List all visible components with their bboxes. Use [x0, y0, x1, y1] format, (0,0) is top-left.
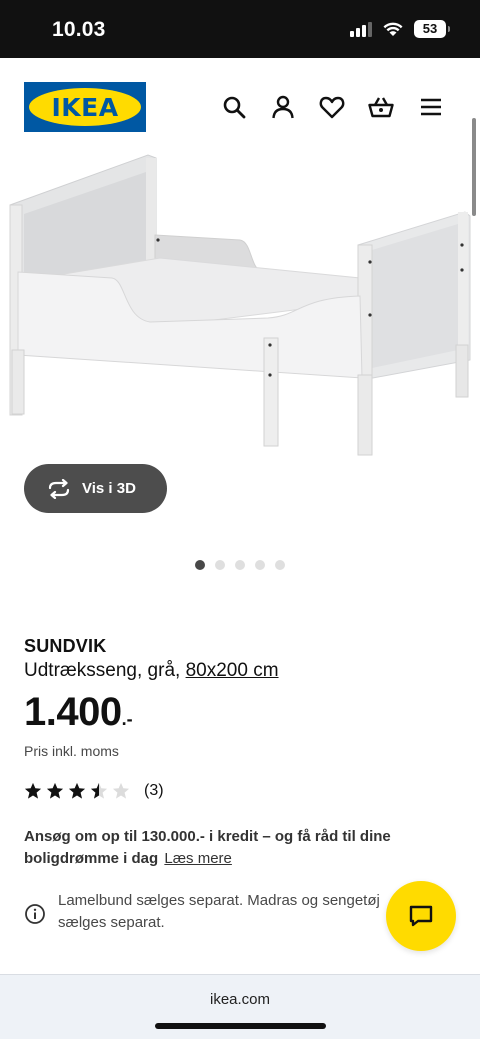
signal-icon	[350, 21, 372, 37]
status-bar: 10.03 53	[0, 0, 480, 58]
carousel-dot[interactable]	[235, 560, 245, 570]
size-link[interactable]: 80x200 cm	[186, 660, 279, 681]
rotate-3d-icon	[48, 478, 70, 499]
wifi-icon	[383, 22, 403, 36]
logo-text: IKEA	[51, 92, 119, 122]
star-full-icon	[24, 782, 42, 799]
search-icon[interactable]	[221, 94, 247, 120]
status-time: 10.03	[52, 18, 106, 41]
rating[interactable]: (3)	[24, 782, 164, 800]
carousel-dot[interactable]	[255, 560, 265, 570]
read-more-link[interactable]: Læs mere	[164, 850, 232, 867]
home-indicator[interactable]	[155, 1023, 326, 1029]
heart-icon[interactable]	[319, 94, 345, 120]
basket-icon[interactable]	[368, 94, 394, 120]
notice-text: Lamelbund sælges separat. Madras og seng…	[58, 892, 380, 931]
star-full-icon	[46, 782, 64, 799]
menu-icon[interactable]	[418, 94, 444, 120]
price-value: 1.400	[24, 690, 122, 734]
status-indicators: 53	[350, 20, 450, 38]
bed-illustration	[9, 154, 471, 456]
star-half-icon	[90, 782, 108, 799]
star-empty-icon	[112, 782, 130, 799]
product-notice: Lamelbund sælges separat. Madras og seng…	[24, 890, 404, 934]
product-name: SUNDVIK	[24, 636, 107, 656]
product-price: 1.400.-	[24, 690, 133, 735]
url-bar[interactable]: ikea.com	[0, 991, 480, 1008]
chat-button[interactable]	[386, 881, 456, 951]
account-icon[interactable]	[270, 94, 296, 120]
star-full-icon	[68, 782, 86, 799]
image-carousel-dots	[195, 560, 285, 570]
product-description: Udtræksseng, grå, 80x200 cm	[24, 660, 279, 682]
browser-bar: ikea.com	[0, 974, 480, 1039]
carousel-dot[interactable]	[215, 560, 225, 570]
site-header: IKEA	[0, 58, 480, 150]
credit-offer: Ansøg om op til 130.000.- i kredit – og …	[24, 826, 424, 870]
info-icon	[25, 904, 45, 924]
product-image[interactable]	[0, 150, 480, 460]
price-suffix: .-	[121, 709, 133, 729]
product-type: Udtræksseng, grå,	[24, 660, 186, 681]
view-in-3d-button[interactable]: Vis i 3D	[24, 464, 167, 513]
rating-stars	[24, 782, 130, 800]
rating-count: (3)	[144, 782, 164, 799]
price-note: Pris inkl. moms	[24, 743, 119, 759]
view-in-3d-label: Vis i 3D	[82, 480, 136, 497]
ikea-logo[interactable]: IKEA	[24, 82, 146, 132]
carousel-dot[interactable]	[275, 560, 285, 570]
chat-icon	[409, 905, 433, 927]
battery-icon: 53	[414, 20, 450, 38]
carousel-dot[interactable]	[195, 560, 205, 570]
